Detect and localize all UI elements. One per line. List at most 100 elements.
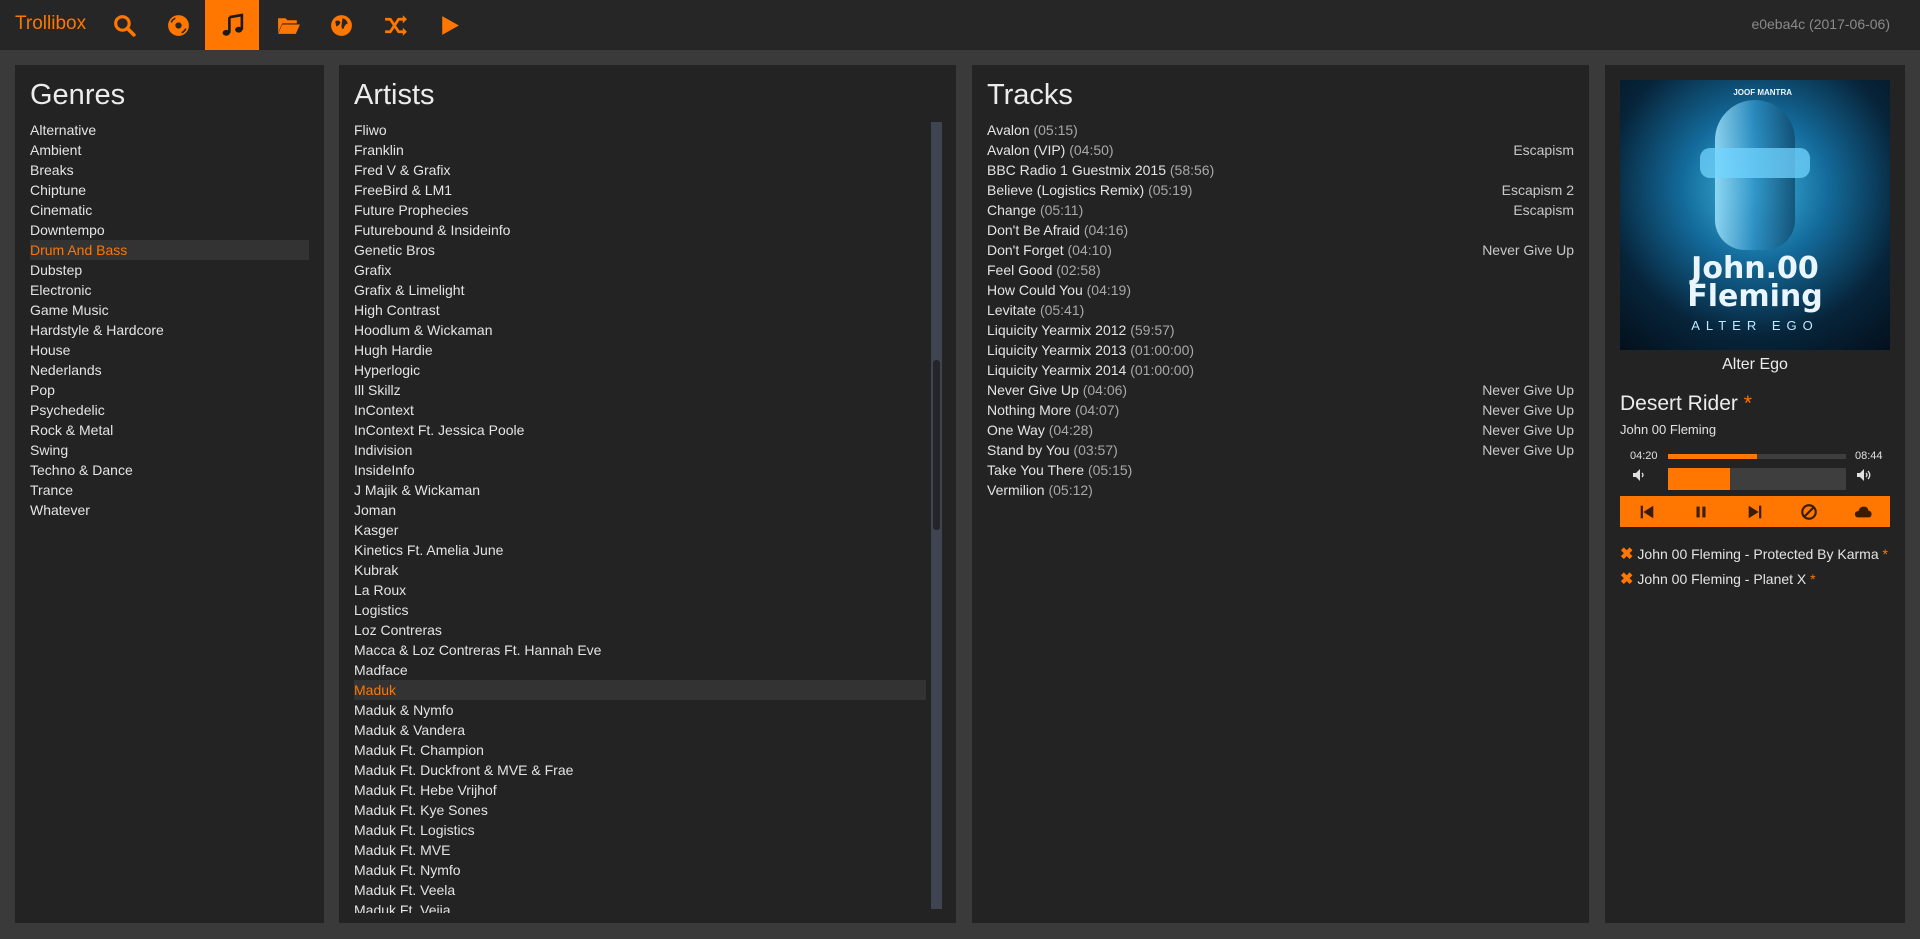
artist-item[interactable]: Hoodlum & Wickaman (354, 320, 926, 340)
progress-bar[interactable] (1668, 454, 1846, 459)
track-row[interactable]: BBC Radio 1 Guestmix 2015 (58:56) (987, 160, 1574, 180)
genre-item[interactable]: Psychedelic (30, 400, 309, 420)
genre-item[interactable]: Dubstep (30, 260, 309, 280)
track-row[interactable]: Never Give Up (04:06) Never Give Up (987, 380, 1574, 400)
genre-item[interactable]: Breaks (30, 160, 309, 180)
artist-item[interactable]: Logistics (354, 600, 926, 620)
remove-icon[interactable]: ✖ (1620, 571, 1633, 588)
artist-item[interactable]: InsideInfo (354, 460, 926, 480)
artist-item[interactable]: Futurebound & Insideinfo (354, 220, 926, 240)
genre-item[interactable]: Swing (30, 440, 309, 460)
track-row[interactable]: Stand by You (03:57) Never Give Up (987, 440, 1574, 460)
artist-item[interactable]: Kasger (354, 520, 926, 540)
artist-item[interactable]: Maduk Ft. Logistics (354, 820, 926, 840)
artist-item[interactable]: Macca & Loz Contreras Ft. Hannah Eve (354, 640, 926, 660)
genre-item[interactable]: Electronic (30, 280, 309, 300)
artist-item[interactable]: Maduk & Vandera (354, 720, 926, 740)
track-row[interactable]: Avalon (VIP) (04:50) Escapism (987, 140, 1574, 160)
artist-item[interactable]: Grafix & Limelight (354, 280, 926, 300)
queue-item-star[interactable]: * (1883, 546, 1888, 562)
track-row[interactable]: Levitate (05:41) (987, 300, 1574, 320)
artist-item[interactable]: Maduk & Nymfo (354, 700, 926, 720)
nav-shuffle-button[interactable] (368, 0, 422, 50)
queue-item-star[interactable]: * (1810, 571, 1815, 587)
nav-streams-button[interactable] (314, 0, 368, 50)
genre-item[interactable]: Techno & Dance (30, 460, 309, 480)
rating-star[interactable]: * (1744, 392, 1752, 415)
nav-files-button[interactable] (261, 0, 315, 50)
track-row[interactable]: Nothing More (04:07) Never Give Up (987, 400, 1574, 420)
artist-item[interactable]: Hyperlogic (354, 360, 926, 380)
artist-item[interactable]: Grafix (354, 260, 926, 280)
volume-down-icon[interactable] (1631, 467, 1647, 483)
artist-item[interactable]: Kubrak (354, 560, 926, 580)
nav-genres-button[interactable] (205, 0, 259, 50)
stop-button[interactable] (1799, 502, 1819, 522)
artists-scrollbar-thumb[interactable] (933, 360, 940, 530)
artist-item[interactable]: Fliwo (354, 120, 926, 140)
genre-item[interactable]: Alternative (30, 120, 309, 140)
artist-item[interactable]: Joman (354, 500, 926, 520)
artist-item[interactable]: Maduk Ft. Kye Sones (354, 800, 926, 820)
genre-item[interactable]: Rock & Metal (30, 420, 309, 440)
previous-button[interactable] (1637, 502, 1657, 522)
track-row[interactable]: Take You There (05:15) (987, 460, 1574, 480)
genre-item[interactable]: House (30, 340, 309, 360)
artist-item[interactable]: FreeBird & LM1 (354, 180, 926, 200)
genre-item[interactable]: Game Music (30, 300, 309, 320)
artist-item[interactable]: Maduk (354, 680, 926, 700)
track-row[interactable]: Liquicity Yearmix 2014 (01:00:00) (987, 360, 1574, 380)
artist-item[interactable]: J Majik & Wickaman (354, 480, 926, 500)
artist-item[interactable]: Kinetics Ft. Amelia June (354, 540, 926, 560)
artist-item[interactable]: Maduk Ft. Veiia (354, 900, 926, 913)
genre-item[interactable]: Downtempo (30, 220, 309, 240)
genre-item[interactable]: Drum And Bass (30, 240, 309, 260)
track-row[interactable]: Liquicity Yearmix 2012 (59:57) (987, 320, 1574, 340)
remove-icon[interactable]: ✖ (1620, 546, 1633, 563)
genre-item[interactable]: Hardstyle & Hardcore (30, 320, 309, 340)
artist-item[interactable]: Ill Skillz (354, 380, 926, 400)
artist-item[interactable]: InContext Ft. Jessica Poole (354, 420, 926, 440)
artist-item[interactable]: Franklin (354, 140, 926, 160)
artist-item[interactable]: Maduk Ft. Duckfront & MVE & Frae (354, 760, 926, 780)
artist-item[interactable]: Maduk Ft. Hebe Vrijhof (354, 780, 926, 800)
track-row[interactable]: Avalon (05:15) (987, 120, 1574, 140)
next-button[interactable] (1745, 502, 1765, 522)
track-row[interactable]: How Could You (04:19) (987, 280, 1574, 300)
volume-slider[interactable] (1668, 468, 1846, 490)
track-row[interactable]: Vermilion (05:12) (987, 480, 1574, 500)
track-row[interactable]: Believe (Logistics Remix) (05:19) Escapis… (987, 180, 1574, 200)
artist-item[interactable]: La Roux (354, 580, 926, 600)
nav-search-button[interactable] (97, 0, 151, 50)
artist-item[interactable]: Maduk Ft. MVE (354, 840, 926, 860)
artist-item[interactable]: Indivision (354, 440, 926, 460)
nav-play-button[interactable] (422, 0, 476, 50)
genre-item[interactable]: Chiptune (30, 180, 309, 200)
track-row[interactable]: Don't Be Afraid (04:16) (987, 220, 1574, 240)
artist-item[interactable]: Future Prophecies (354, 200, 926, 220)
artist-item[interactable]: Maduk Ft. Veela (354, 880, 926, 900)
artist-item[interactable]: Loz Contreras (354, 620, 926, 640)
genre-item[interactable]: Trance (30, 480, 309, 500)
track-row[interactable]: Liquicity Yearmix 2013 (01:00:00) (987, 340, 1574, 360)
track-row[interactable]: One Way (04:28) Never Give Up (987, 420, 1574, 440)
artist-item[interactable]: InContext (354, 400, 926, 420)
genre-item[interactable]: Ambient (30, 140, 309, 160)
genre-item[interactable]: Whatever (30, 500, 309, 520)
pause-button[interactable] (1691, 502, 1711, 522)
track-row[interactable]: Feel Good (02:58) (987, 260, 1574, 280)
track-row[interactable]: Don't Forget (04:10) Never Give Up (987, 240, 1574, 260)
genre-item[interactable]: Nederlands (30, 360, 309, 380)
artist-item[interactable]: Maduk Ft. Nymfo (354, 860, 926, 880)
genre-item[interactable]: Cinematic (30, 200, 309, 220)
volume-up-icon[interactable] (1856, 467, 1872, 483)
artist-item[interactable]: Fred V & Grafix (354, 160, 926, 180)
artist-item[interactable]: Maduk Ft. Champion (354, 740, 926, 760)
artist-item[interactable]: Hugh Hardie (354, 340, 926, 360)
artist-item[interactable]: High Contrast (354, 300, 926, 320)
track-row[interactable]: Change (05:11) Escapism (987, 200, 1574, 220)
artist-item[interactable]: Madface (354, 660, 926, 680)
nav-albums-button[interactable] (151, 0, 205, 50)
cloud-button[interactable] (1853, 502, 1873, 522)
artist-item[interactable]: Genetic Bros (354, 240, 926, 260)
